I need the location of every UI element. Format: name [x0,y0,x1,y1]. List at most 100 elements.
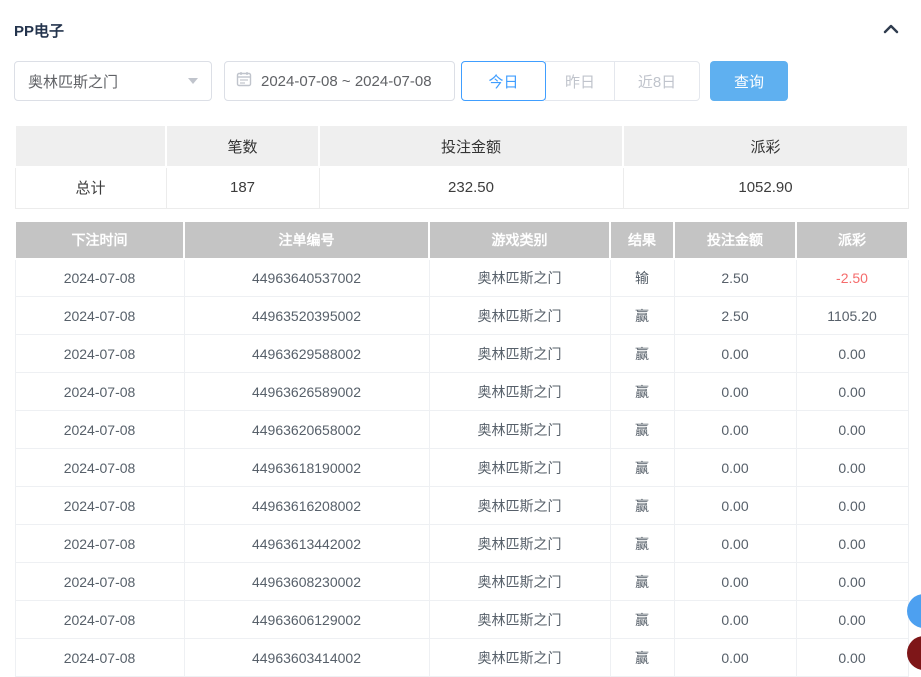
payout-cell: 0.00 [796,373,908,411]
bet-date-cell: 2024-07-08 [15,411,184,449]
bet-date-cell: 2024-07-08 [15,297,184,335]
range-today-button[interactable]: 今日 [461,61,546,101]
bet-table-header-row: 下注时间 注单编号 游戏类别 结果 投注金额 派彩 [15,221,908,259]
payout-cell: -2.50 [796,259,908,297]
summary-header-payout: 派彩 [623,125,908,167]
bet-table: 下注时间 注单编号 游戏类别 结果 投注金额 派彩 2024-07-08 449… [14,220,909,677]
header-bet-amount: 投注金额 [674,221,796,259]
bet-amount-cell: 2.50 [674,259,796,297]
bet-id-cell: 44963606129002 [184,601,429,639]
bet-date-cell: 2024-07-08 [15,487,184,525]
table-row: 2024-07-08 44963640537002 奥林匹斯之门 输 2.50 … [15,259,908,297]
header-game-category: 游戏类别 [429,221,610,259]
bet-amount-cell: 0.00 [674,373,796,411]
date-range-input[interactable]: 2024-07-08 ~ 2024-07-08 [224,61,455,101]
summary-header-count: 笔数 [166,125,319,167]
bet-date-cell: 2024-07-08 [15,563,184,601]
quick-range-group: 今日 昨日 近8日 [461,61,700,101]
table-row: 2024-07-08 44963613442002 奥林匹斯之门 赢 0.00 … [15,525,908,563]
bet-date-cell: 2024-07-08 [15,335,184,373]
bet-table-body: 2024-07-08 44963640537002 奥林匹斯之门 输 2.50 … [15,259,908,677]
bet-id-cell: 44963616208002 [184,487,429,525]
bet-amount-cell: 0.00 [674,411,796,449]
bet-amount-cell: 0.00 [674,639,796,677]
summary-header-bet-amount: 投注金额 [319,125,623,167]
table-row: 2024-07-08 44963616208002 奥林匹斯之门 赢 0.00 … [15,487,908,525]
bet-id-cell: 44963626589002 [184,373,429,411]
payout-cell: 0.00 [796,525,908,563]
game-name-cell: 奥林匹斯之门 [429,259,610,297]
bet-id-cell: 44963640537002 [184,259,429,297]
bet-amount-cell: 0.00 [674,487,796,525]
range-last8days-button[interactable]: 近8日 [614,61,700,101]
table-row: 2024-07-08 44963629588002 奥林匹斯之门 赢 0.00 … [15,335,908,373]
result-cell: 赢 [610,639,674,677]
result-cell: 赢 [610,601,674,639]
bet-date-cell: 2024-07-08 [15,639,184,677]
bet-amount-cell: 0.00 [674,449,796,487]
summary-total-bet-amount: 232.50 [319,167,623,208]
game-name-cell: 奥林匹斯之门 [429,373,610,411]
result-cell: 赢 [610,373,674,411]
filter-row: 奥林匹斯之门 2024-07-08 ~ 2024-07-08 今日 昨日 近8日… [14,61,907,101]
bet-id-cell: 44963618190002 [184,449,429,487]
bet-id-cell: 44963520395002 [184,297,429,335]
game-name-cell: 奥林匹斯之门 [429,449,610,487]
bet-date-cell: 2024-07-08 [15,373,184,411]
bet-amount-cell: 0.00 [674,335,796,373]
summary-table: 笔数 投注金额 派彩 总计 187 232.50 1052.90 [14,124,909,209]
bet-date-cell: 2024-07-08 [15,525,184,563]
payout-cell: 0.00 [796,639,908,677]
bet-date-cell: 2024-07-08 [15,259,184,297]
result-cell: 赢 [610,487,674,525]
game-name-cell: 奥林匹斯之门 [429,601,610,639]
game-select-value: 奥林匹斯之门 [28,71,118,92]
game-name-cell: 奥林匹斯之门 [429,335,610,373]
query-button[interactable]: 查询 [710,61,788,101]
pp-electronics-panel: PP电子 奥林匹斯之门 2024-07-08 ~ 2024-07-08 今日 昨… [0,0,921,677]
game-name-cell: 奥林匹斯之门 [429,563,610,601]
bet-id-cell: 44963613442002 [184,525,429,563]
table-row: 2024-07-08 44963520395002 奥林匹斯之门 赢 2.50 … [15,297,908,335]
result-cell: 赢 [610,563,674,601]
chevron-up-icon [883,21,899,39]
range-yesterday-button[interactable]: 昨日 [545,61,615,101]
summary-total-count: 187 [166,167,319,208]
bet-amount-cell: 0.00 [674,563,796,601]
header-result: 结果 [610,221,674,259]
bet-id-cell: 44963629588002 [184,335,429,373]
game-name-cell: 奥林匹斯之门 [429,525,610,563]
summary-header-empty [15,125,166,167]
date-range-value: 2024-07-08 ~ 2024-07-08 [261,73,432,90]
summary-header-row: 笔数 投注金额 派彩 [15,125,908,167]
result-cell: 赢 [610,335,674,373]
payout-cell: 0.00 [796,601,908,639]
result-cell: 赢 [610,297,674,335]
payout-cell: 1105.20 [796,297,908,335]
payout-cell: 0.00 [796,487,908,525]
collapse-panel-button[interactable] [883,21,899,39]
game-name-cell: 奥林匹斯之门 [429,297,610,335]
payout-cell: 0.00 [796,335,908,373]
bet-id-cell: 44963620658002 [184,411,429,449]
header-bet-id: 注单编号 [184,221,429,259]
game-name-cell: 奥林匹斯之门 [429,411,610,449]
chevron-down-icon [188,78,198,84]
summary-total-row: 总计 187 232.50 1052.90 [15,167,908,208]
bet-date-cell: 2024-07-08 [15,601,184,639]
table-row: 2024-07-08 44963626589002 奥林匹斯之门 赢 0.00 … [15,373,908,411]
bet-amount-cell: 2.50 [674,297,796,335]
bet-date-cell: 2024-07-08 [15,449,184,487]
result-cell: 输 [610,259,674,297]
bet-amount-cell: 0.00 [674,601,796,639]
bet-amount-cell: 0.00 [674,525,796,563]
table-row: 2024-07-08 44963618190002 奥林匹斯之门 赢 0.00 … [15,449,908,487]
payout-cell: 0.00 [796,563,908,601]
payout-cell: 0.00 [796,411,908,449]
payout-cell: 0.00 [796,449,908,487]
result-cell: 赢 [610,525,674,563]
game-select[interactable]: 奥林匹斯之门 [14,61,212,101]
panel-header: PP电子 [14,18,907,42]
bet-id-cell: 44963603414002 [184,639,429,677]
summary-total-payout: 1052.90 [623,167,908,208]
